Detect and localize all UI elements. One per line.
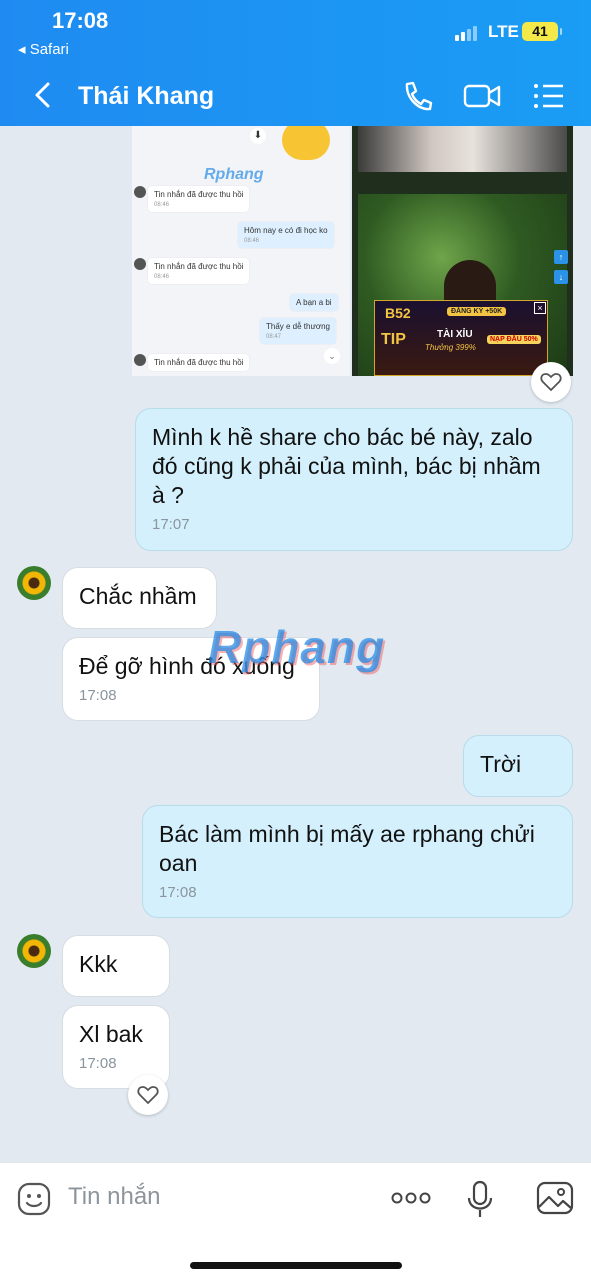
- chat-header: 17:08 ◂ Safari LTE 41 Thái Khang: [0, 0, 591, 126]
- outgoing-message[interactable]: Trời: [463, 735, 573, 797]
- incoming-message[interactable]: Chắc nhầm: [62, 567, 217, 629]
- message-text: Kkk: [79, 951, 118, 977]
- home-indicator[interactable]: [190, 1262, 402, 1269]
- message-text: Chắc nhầm: [79, 583, 197, 609]
- mini-message: Hôm nay e có đi học ko 08:46: [238, 222, 334, 248]
- scroll-up-icon: ↑: [554, 250, 568, 264]
- mini-message: Tin nhắn đã được thu hồi 08:46: [148, 186, 250, 212]
- contact-avatar[interactable]: [17, 934, 51, 968]
- outgoing-message[interactable]: Bác làm mình bị mấy ae rphang chửi oan 1…: [142, 805, 573, 918]
- waving-hand-emoji: [282, 126, 330, 160]
- message-time: 17:08: [159, 884, 197, 901]
- shared-image-message[interactable]: ⬇ Rphang Tin nhắn đã được thu hồi 08:46 H…: [132, 126, 573, 402]
- signal-icon: [455, 24, 481, 41]
- back-to-safari-link[interactable]: ◂ Safari: [18, 40, 69, 58]
- watermark-logo: Rphang: [208, 621, 386, 673]
- composer-bar: Tin nhắn: [0, 1162, 591, 1232]
- mini-avatar: [134, 258, 146, 270]
- message-time: 17:08: [79, 687, 117, 704]
- message-text: Bác làm mình bị mấy ae rphang chửi oan: [159, 821, 535, 876]
- chat-area[interactable]: ⬇ Rphang Tin nhắn đã được thu hồi 08:46 H…: [0, 126, 591, 1162]
- video-call-icon[interactable]: [462, 76, 502, 116]
- phone-call-icon[interactable]: [398, 76, 438, 116]
- message-input[interactable]: Tin nhắn: [68, 1183, 161, 1211]
- mini-avatar: [134, 186, 146, 198]
- sticker-emoji-icon[interactable]: [16, 1181, 52, 1222]
- contact-name[interactable]: Thái Khang: [78, 82, 214, 111]
- mini-message: A bạn a bi: [290, 294, 338, 311]
- more-options-icon[interactable]: [390, 1191, 432, 1210]
- status-time: 17:08: [52, 8, 109, 33]
- back-button[interactable]: [30, 78, 56, 112]
- mini-message: Thấy e dễ thương 08:47: [260, 318, 336, 344]
- ad-banner: B52 ĐĂNG KÝ +50K TIP TÀI XỈU Thưởng 399%…: [374, 300, 548, 376]
- scroll-down-arrow-icon: ↓: [554, 270, 568, 284]
- react-heart-button[interactable]: [128, 1075, 168, 1115]
- message-text: Trời: [480, 751, 522, 777]
- message-time: 17:07: [152, 516, 190, 533]
- mini-message: Tin nhắn đã được thu hồi 08:46: [148, 258, 250, 284]
- mini-avatar: [134, 354, 146, 366]
- network-label: LTE: [488, 22, 519, 41]
- screenshot-watermark: Rphang: [204, 166, 264, 183]
- microphone-icon[interactable]: [464, 1179, 496, 1224]
- message-text: Mình k hề share cho bác bé này, zalo đó …: [152, 424, 541, 508]
- outgoing-message[interactable]: Mình k hề share cho bác bé này, zalo đó …: [135, 408, 573, 551]
- scroll-down-icon: ⌄: [324, 348, 340, 364]
- video-frame-top: [358, 126, 567, 172]
- battery-icon: 41: [522, 22, 562, 41]
- download-icon: ⬇: [250, 128, 266, 144]
- screenshot-video-preview: B52 ĐĂNG KÝ +50K TIP TÀI XỈU Thưởng 399%…: [352, 126, 573, 376]
- image-gallery-icon[interactable]: [536, 1181, 574, 1220]
- message-time: 17:08: [79, 1055, 117, 1072]
- menu-list-icon[interactable]: [530, 76, 570, 116]
- contact-avatar[interactable]: [17, 566, 51, 600]
- mini-message: Tin nhắn đã được thu hồi: [148, 354, 250, 371]
- react-heart-button[interactable]: [531, 362, 571, 402]
- home-indicator-area: [0, 1232, 591, 1280]
- message-text: Xl bak: [79, 1021, 143, 1047]
- screenshot-chat-preview: ⬇ Rphang Tin nhắn đã được thu hồi 08:46 H…: [132, 126, 350, 376]
- incoming-message[interactable]: Kkk: [62, 935, 170, 997]
- ad-close-icon: ×: [534, 302, 546, 314]
